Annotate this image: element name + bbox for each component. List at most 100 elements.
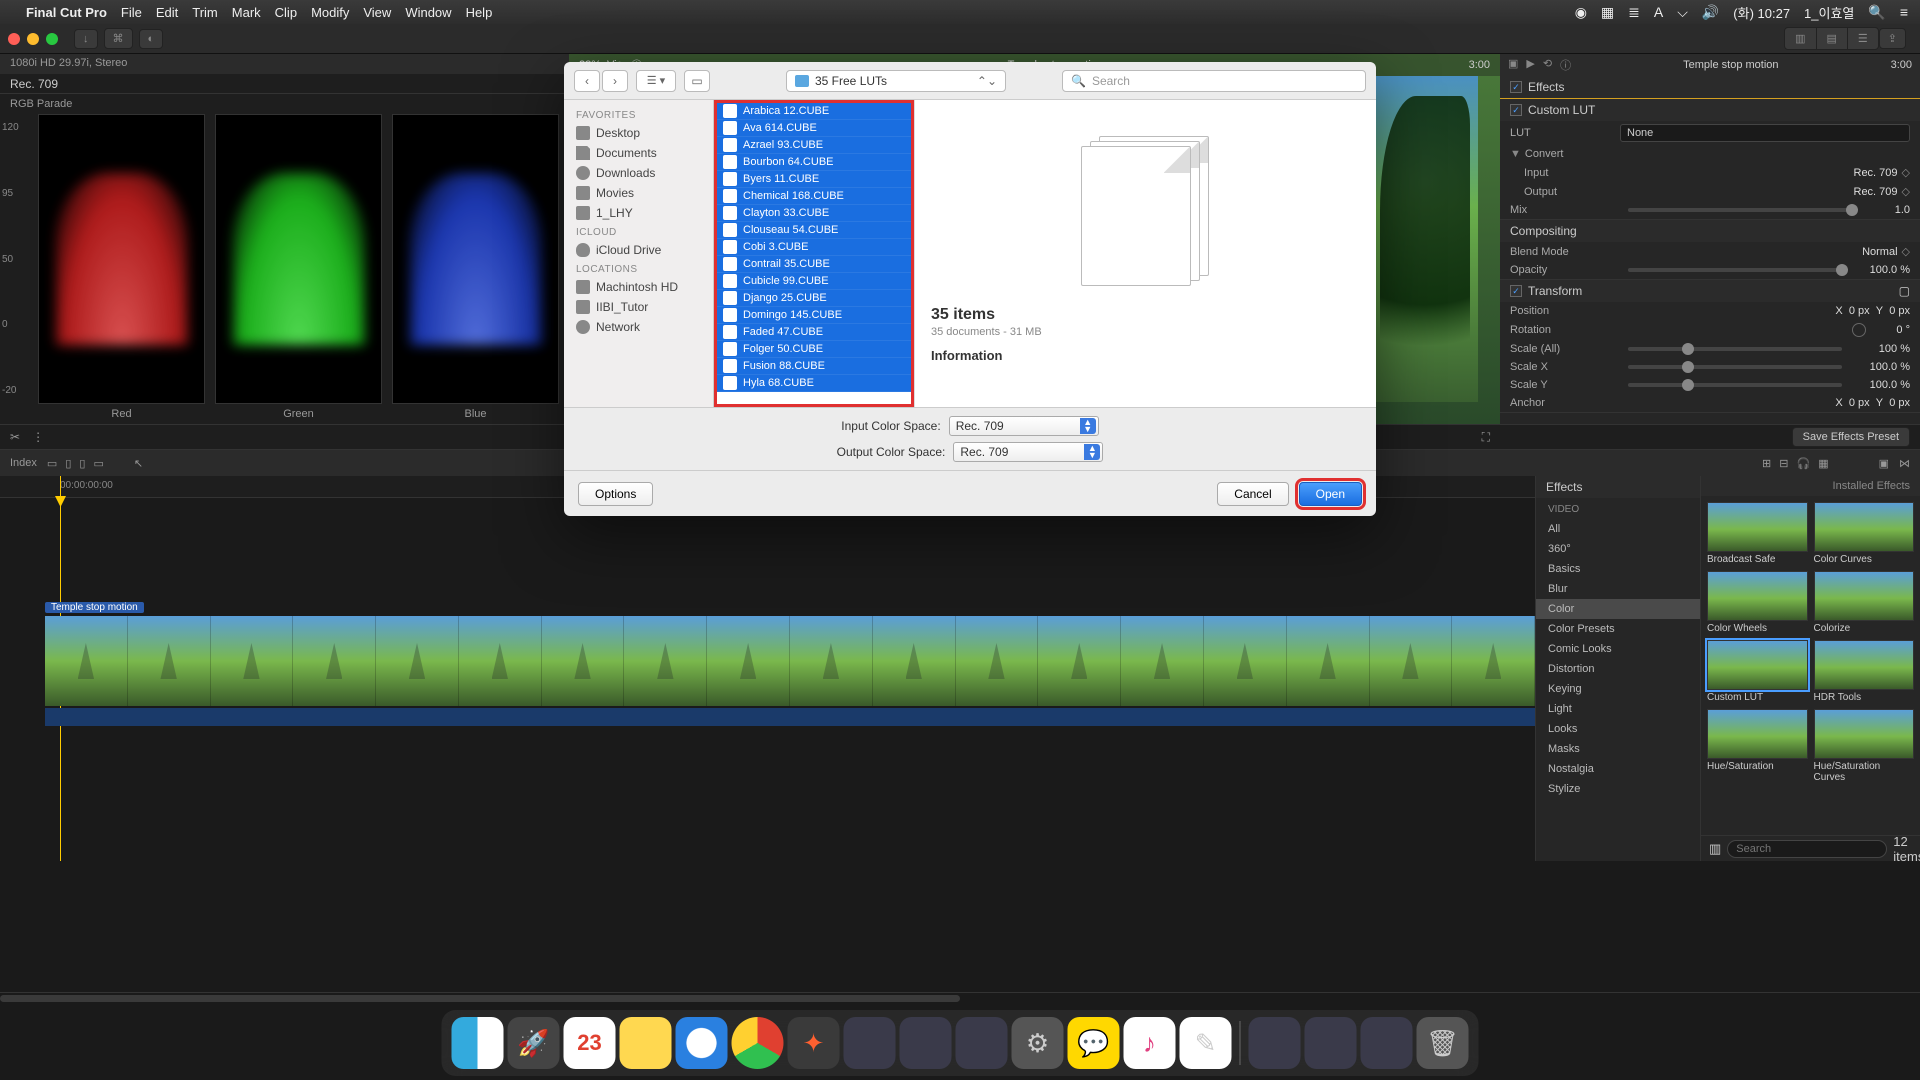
inspector-tab-color-icon[interactable]: ▶ — [1526, 57, 1534, 73]
fx-category[interactable]: Color Presets — [1536, 619, 1700, 639]
mix-value[interactable]: 1.0 — [1860, 204, 1910, 216]
scale-x-value[interactable]: 100.0 % — [1850, 361, 1910, 373]
timeline-h-scrollbar[interactable] — [0, 992, 1920, 1004]
minimize-window[interactable] — [27, 33, 39, 45]
status-icon-1[interactable]: ◉ — [1575, 4, 1587, 21]
file-row[interactable]: Cobi 3.CUBE — [717, 239, 911, 256]
menu-edit[interactable]: Edit — [156, 5, 178, 20]
fx-item[interactable]: Hue/Saturation Curves — [1814, 709, 1915, 783]
menu-clip[interactable]: Clip — [275, 5, 297, 20]
bg-tasks-button[interactable]: ◐ — [139, 29, 164, 49]
menu-modify[interactable]: Modify — [311, 5, 349, 20]
file-row[interactable]: Ava 614.CUBE — [717, 120, 911, 137]
dock-systemprefs[interactable]: ⚙ — [1012, 1017, 1064, 1069]
fx-item[interactable]: Custom LUT — [1707, 640, 1808, 703]
import-button[interactable]: ↓ — [74, 29, 98, 49]
sidebar-tutor[interactable]: IIBI_Tutor — [564, 297, 713, 317]
dock-app-1[interactable] — [844, 1017, 896, 1069]
menu-window[interactable]: Window — [405, 5, 451, 20]
input-value[interactable]: Rec. 709◇ — [1620, 166, 1910, 179]
sidebar-desktop[interactable]: Desktop — [564, 123, 713, 143]
menu-file[interactable]: File — [121, 5, 142, 20]
opacity-value[interactable]: 100.0 % — [1850, 264, 1910, 276]
tl-icon-1[interactable]: ⊞ — [1762, 457, 1771, 470]
scale-all-slider[interactable] — [1628, 347, 1842, 351]
file-row[interactable]: Folger 50.CUBE — [717, 341, 911, 358]
input-source-icon[interactable]: A — [1654, 4, 1663, 20]
blend-value[interactable]: Normal◇ — [1620, 245, 1910, 258]
fx-item[interactable]: Color Wheels — [1707, 571, 1808, 634]
scale-x-slider[interactable] — [1628, 365, 1842, 369]
dock-itunes[interactable]: ♪ — [1124, 1017, 1176, 1069]
share-button[interactable]: ⇪ — [1879, 28, 1906, 49]
fx-category[interactable]: Masks — [1536, 739, 1700, 759]
dialog-search[interactable]: 🔍 Search — [1062, 70, 1366, 92]
output-colorspace-dropdown[interactable]: Rec. 709▲▼ — [953, 442, 1103, 462]
file-row[interactable]: Clouseau 54.CUBE — [717, 222, 911, 239]
file-row[interactable]: Azrael 93.CUBE — [717, 137, 911, 154]
fx-category[interactable]: Basics — [1536, 559, 1700, 579]
rotation-value[interactable]: 0 ° — [1620, 323, 1910, 337]
fx-item[interactable]: Colorize — [1814, 571, 1915, 634]
transport-skimmer-icon[interactable]: ✂ — [10, 430, 20, 444]
tl-effects-icon[interactable]: ▣ — [1879, 457, 1889, 470]
fx-item[interactable]: Broadcast Safe — [1707, 502, 1808, 565]
fx-view-icon[interactable]: ▥ — [1709, 841, 1721, 857]
file-row[interactable]: Domingo 145.CUBE — [717, 307, 911, 324]
connect-clip-icon[interactable]: ▭ — [47, 457, 57, 470]
control-center-icon[interactable]: ≡ — [1900, 4, 1908, 20]
fx-category[interactable]: Distortion — [1536, 659, 1700, 679]
transform-checkbox[interactable] — [1510, 285, 1522, 297]
open-button[interactable]: Open — [1299, 482, 1362, 506]
dock-stack-1[interactable] — [1249, 1017, 1301, 1069]
status-icon-3[interactable]: ≣ — [1628, 4, 1640, 21]
fx-item[interactable]: HDR Tools — [1814, 640, 1915, 703]
overwrite-clip-icon[interactable]: ▭ — [93, 457, 103, 470]
layout-segmented[interactable]: ▥ ▤ ☰ — [1784, 27, 1879, 50]
effects-checkbox[interactable] — [1510, 81, 1522, 93]
fx-category[interactable]: Looks — [1536, 719, 1700, 739]
dock-app-3[interactable] — [956, 1017, 1008, 1069]
scope-mode-label[interactable]: RGB Parade — [0, 94, 569, 114]
fx-category[interactable]: Color — [1536, 599, 1700, 619]
mix-slider[interactable] — [1628, 208, 1852, 212]
dock-finalcutpro[interactable]: ✦ — [788, 1017, 840, 1069]
menubar-clock[interactable]: (화) 10:27 — [1733, 3, 1790, 22]
fullscreen-icon[interactable]: ⛶ — [1482, 430, 1490, 445]
file-row[interactable]: Fusion 88.CUBE — [717, 358, 911, 375]
sidebar-downloads[interactable]: Downloads — [564, 163, 713, 183]
spotlight-icon[interactable]: 🔍 — [1868, 4, 1885, 21]
fx-category[interactable]: All — [1536, 519, 1700, 539]
effects-search-input[interactable] — [1727, 840, 1887, 858]
dock-kakaotalk[interactable]: 💬 — [1068, 1017, 1120, 1069]
file-row[interactable]: Contrail 35.CUBE — [717, 256, 911, 273]
fx-category[interactable]: Blur — [1536, 579, 1700, 599]
file-row[interactable]: Chemical 168.CUBE — [717, 188, 911, 205]
tl-icon-audio[interactable]: 🎧 — [1796, 457, 1810, 470]
arrow-tool-icon[interactable]: ↖ — [134, 457, 143, 470]
insert-clip-icon[interactable]: ▯ — [65, 457, 71, 470]
keyword-button[interactable]: ⌘ — [104, 28, 133, 49]
layout-timeline-icon[interactable]: ▤ — [1817, 28, 1848, 49]
layout-inspector-icon[interactable]: ☰ — [1848, 28, 1878, 49]
fx-category[interactable]: 360° — [1536, 539, 1700, 559]
menubar-user[interactable]: 1_이효열 — [1804, 3, 1854, 22]
menu-help[interactable]: Help — [466, 5, 493, 20]
input-colorspace-dropdown[interactable]: Rec. 709▲▼ — [949, 416, 1099, 436]
fx-category[interactable]: Comic Looks — [1536, 639, 1700, 659]
transport-tool-icon[interactable]: ⋮ — [32, 430, 44, 444]
fx-item[interactable]: Color Curves — [1814, 502, 1915, 565]
dock-chrome[interactable] — [732, 1017, 784, 1069]
sidebar-network[interactable]: Network — [564, 317, 713, 337]
convert-disclosure-icon[interactable]: ▼ — [1510, 148, 1521, 160]
output-value[interactable]: Rec. 709◇ — [1620, 185, 1910, 198]
file-row[interactable]: Cubicle 99.CUBE — [717, 273, 911, 290]
status-icon-2[interactable]: ▦ — [1601, 4, 1614, 21]
opacity-slider[interactable] — [1628, 268, 1842, 272]
options-button[interactable]: Options — [578, 482, 653, 506]
app-name[interactable]: Final Cut Pro — [26, 5, 107, 20]
sidebar-machd[interactable]: Machintosh HD — [564, 277, 713, 297]
layout-browser-icon[interactable]: ▥ — [1785, 28, 1816, 49]
file-row[interactable]: Bourbon 64.CUBE — [717, 154, 911, 171]
fx-category[interactable]: Stylize — [1536, 779, 1700, 799]
